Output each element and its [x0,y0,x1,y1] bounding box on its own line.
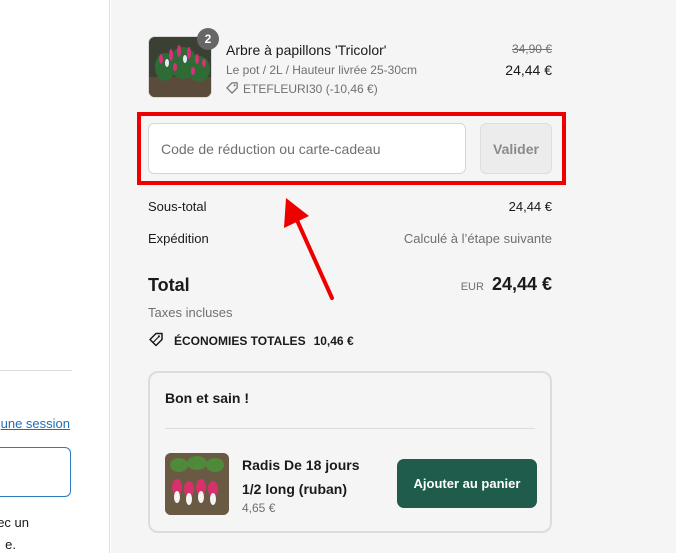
upsell-divider [165,428,535,429]
total-amount-group: EUR 24,44 € [461,274,552,295]
taxes-note: Taxes incluses [148,305,233,320]
upsell-title: Bon et sain ! [165,390,250,406]
product-name: Arbre à papillons 'Tricolor' [226,42,387,58]
product-discount: ETEFLEURI30 (-10,46 €) [226,81,378,97]
savings-tags-icon [148,331,166,350]
quantity-badge: 2 [197,28,219,50]
discount-code: ETEFLEURI30 (-10,46 €) [243,82,378,96]
contact-form-panel: une session ec un e. [0,0,110,553]
upsell-product-image [165,453,229,515]
tag-icon [226,81,239,97]
subtotal-label: Sous-total [148,199,207,214]
original-price: 34,90 € [511,42,552,56]
upsell-product-price: 4,65 € [242,501,276,515]
shipping-value: Calculé à l’étape suivante [403,231,552,246]
login-link[interactable]: une session [1,416,70,431]
currency-code: EUR [460,281,484,293]
add-to-cart-button[interactable]: Ajouter au panier [397,459,537,508]
product-variant: Le pot / 2L / Hauteur livrée 25-30cm [226,63,417,77]
total-savings: ÉCONOMIES TOTALES 10,46 € [148,331,354,350]
savings-label: ÉCONOMIES TOTALES [174,333,306,348]
total-label: Total [148,275,190,295]
shipping-label: Expédition [148,231,209,246]
newsletter-text-line1: ec un [0,515,29,530]
validate-button[interactable]: Valider [480,123,552,174]
left-divider [0,370,72,371]
email-field[interactable] [0,447,71,497]
subtotal-value: 24,44 € [508,199,552,214]
newsletter-text-line2: e. [5,537,16,552]
cart-line-item: 2 Arbre à papillons 'Tricolor' Le pot / … [148,28,552,100]
upsell-product-name: Radis De 18 jours 1/2 long (ruban) [242,457,360,497]
discounted-price: 24,44 € [505,62,552,78]
discount-code-input[interactable] [148,123,466,174]
savings-value: 10,46 € [313,333,354,348]
upsell-card: Bon et sain ! Radis De 18 jours 1/2 long… [148,371,552,533]
total-value: 24,44 € [491,274,552,294]
